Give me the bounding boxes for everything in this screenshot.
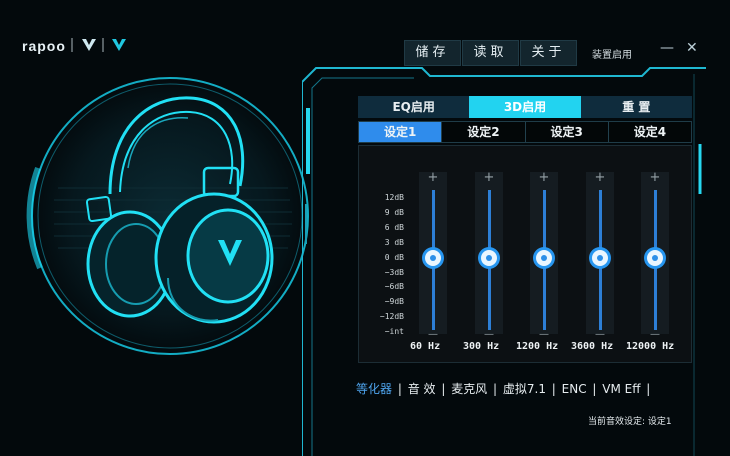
db-tick: 9 dB — [384, 208, 404, 217]
increase-12000hz-icon[interactable]: + — [641, 171, 669, 185]
tab-sound-effects[interactable]: 音 效 — [408, 382, 436, 396]
minimize-icon[interactable]: — — [660, 40, 674, 56]
feature-tabs: 等化器 | 音 效 | 麦克风 | 虚拟7.1 | ENC | VM Eff | — [356, 380, 652, 397]
freq-label: 3600 Hz — [571, 341, 614, 352]
freq-label: 60 Hz — [410, 341, 441, 352]
freq-label: 12000 Hz — [626, 341, 675, 352]
db-tick: −3dB — [384, 268, 404, 277]
tab-eq-enable[interactable]: EQ启用 — [358, 96, 470, 118]
tab-equalizer[interactable]: 等化器 — [356, 382, 392, 396]
increase-1200hz-icon[interactable]: + — [530, 171, 558, 185]
db-tick: 12dB — [384, 193, 404, 202]
freq-label: 1200 Hz — [516, 341, 559, 352]
tab-enc[interactable]: ENC — [562, 382, 587, 396]
tab-divider: | — [547, 382, 560, 396]
tab-reset[interactable]: 重 置 — [580, 96, 692, 118]
decrease-60hz-icon[interactable]: — — [419, 330, 447, 340]
tab-divider: | — [642, 382, 651, 396]
slider-knob-60hz[interactable] — [425, 249, 441, 266]
db-tick: 6 dB — [384, 223, 404, 232]
tab-divider: | — [489, 382, 501, 396]
about-button[interactable]: 关于 — [520, 40, 577, 66]
preset-2[interactable]: 设定2 — [442, 122, 526, 142]
headset-illustration — [26, 76, 310, 356]
db-tick: 3 dB — [384, 238, 404, 247]
read-button[interactable]: 读取 — [462, 40, 519, 66]
tab-microphone[interactable]: 麦克风 — [451, 382, 487, 396]
preset-4[interactable]: 设定4 — [609, 122, 691, 142]
slider-knob-12000hz[interactable] — [647, 249, 663, 266]
preset-tabs: 设定1 设定2 设定3 设定4 — [358, 121, 692, 143]
current-preset-status: 当前音效设定: 设定1 — [588, 417, 672, 427]
db-tick: −int — [384, 327, 404, 336]
decrease-3600hz-icon[interactable]: — — [586, 330, 614, 340]
increase-300hz-icon[interactable]: + — [475, 171, 503, 185]
slider-knob-3600hz[interactable] — [592, 249, 608, 266]
tab-divider: | — [394, 382, 406, 396]
slider-knob-1200hz[interactable] — [536, 249, 552, 266]
preset-1[interactable]: 设定1 — [359, 122, 443, 142]
v-logo-icon — [71, 38, 126, 52]
decrease-300hz-icon[interactable]: — — [475, 330, 503, 340]
db-tick: −6dB — [384, 282, 404, 291]
save-button[interactable]: 储存 — [404, 40, 461, 66]
tab-virtual-7-1[interactable]: 虚拟7.1 — [503, 382, 546, 396]
close-icon[interactable]: ✕ — [686, 40, 698, 56]
decrease-12000hz-icon[interactable]: — — [641, 330, 669, 340]
slider-knob-300hz[interactable] — [481, 249, 497, 266]
decrease-1200hz-icon[interactable]: — — [530, 330, 558, 340]
mode-tabs: EQ启用 3D启用 重 置 — [358, 96, 692, 118]
freq-label: 300 Hz — [463, 341, 500, 352]
device-enable-label[interactable]: 装置启用 — [592, 46, 632, 61]
tab-3d-enable[interactable]: 3D启用 — [469, 96, 581, 118]
tab-vm-eff[interactable]: VM Eff — [602, 382, 640, 396]
tab-divider: | — [588, 382, 601, 396]
tab-divider: | — [437, 382, 450, 396]
rapoo-logo: rapoo — [22, 38, 66, 54]
increase-3600hz-icon[interactable]: + — [586, 171, 614, 185]
db-tick: −9dB — [384, 297, 404, 306]
increase-60hz-icon[interactable]: + — [419, 171, 447, 185]
db-tick: 0 dB — [384, 253, 404, 262]
db-tick: −12dB — [379, 312, 404, 321]
preset-3[interactable]: 设定3 — [526, 122, 609, 142]
